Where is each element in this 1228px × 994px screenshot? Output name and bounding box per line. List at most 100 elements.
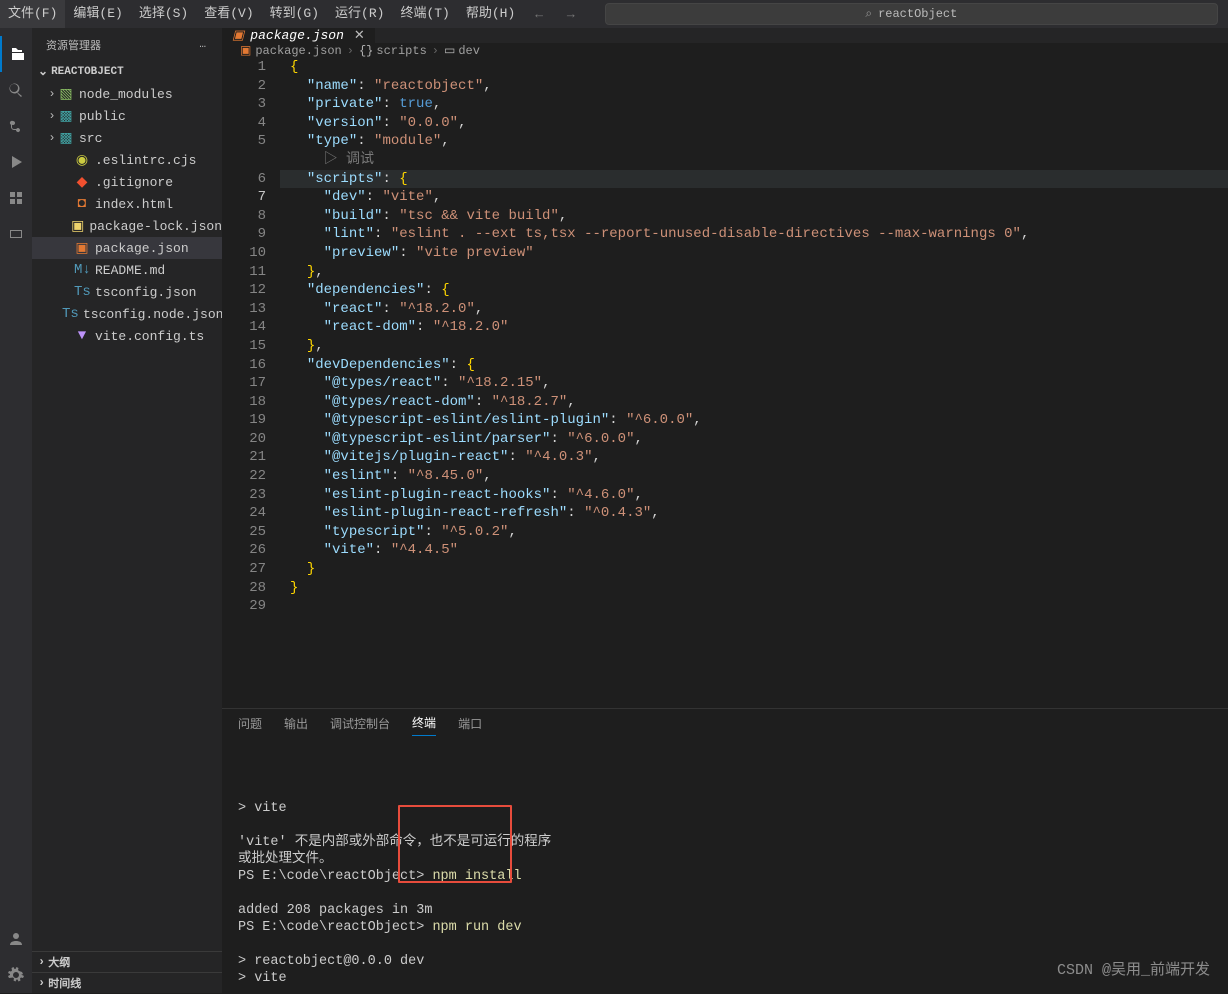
timeline-section[interactable]: › 时间线 [32,972,222,993]
chevron-down-icon: ⌄ [38,64,48,79]
file-row[interactable]: Ts tsconfig.node.json [32,303,222,325]
menu-item[interactable]: 查看(V) [196,0,261,28]
watermark: CSDN @吴用_前端开发 [1057,958,1210,979]
run-debug-icon[interactable] [0,144,32,180]
panel-tab[interactable]: 端口 [458,715,482,736]
chevron-right-icon: › [46,109,58,123]
search-icon: ⌕ [865,7,872,21]
activity-bar [0,28,32,993]
bottom-panel: 问题 输出 调试控制台 终端 端口 > vite 'vite' 不是内部或外部命令，也不… [222,708,1228,994]
file-name: package.json [95,241,189,256]
sidebar: 资源管理器 … ⌄ REACTOBJECT ›▧node_modules›▩pu… [32,28,222,993]
folder-row[interactable]: ›▩ src [32,127,222,149]
node_modules-icon: ▧ [58,86,74,103]
terminal-line: PS E:\code\reactObject> npm install [238,868,1212,885]
source-control-icon[interactable] [0,108,32,144]
file-row[interactable]: ◆ .gitignore [32,171,222,193]
terminal[interactable]: > vite 'vite' 不是内部或外部命令，也不是可运行的程序或批处理文件。… [222,741,1228,994]
file-row[interactable]: ▣ package.json [32,237,222,259]
tabbar: ▣ package.json ✕ [222,28,1228,43]
menu-item[interactable]: 帮助(H) [458,0,523,28]
menu-item[interactable]: 文件(F) [0,0,65,28]
terminal-line: PS E:\code\reactObject> npm run dev [238,919,1212,936]
menu-item[interactable]: 运行(R) [327,0,392,28]
menubar: 文件(F)编辑(E)选择(S)查看(V)转到(G)运行(R)终端(T)帮助(H)… [0,0,1228,28]
panel-tab[interactable]: 输出 [284,715,308,736]
file-row[interactable]: M↓ README.md [32,259,222,281]
git-icon: ◆ [74,174,90,191]
explorer-icon[interactable] [0,36,32,72]
settings-gear-icon[interactable] [0,957,32,993]
file-name: tsconfig.json [95,285,196,300]
chevron-right-icon: › [38,976,45,990]
file-row[interactable]: ◉ .eslintrc.cjs [32,149,222,171]
src-icon: ▩ [58,130,74,147]
folder-name: REACTOBJECT [51,66,124,78]
file-row[interactable]: ◘ index.html [32,193,222,215]
search-icon[interactable] [0,72,32,108]
breadcrumb[interactable]: ▣package.json › {}scripts › ▭dev [222,43,1228,58]
sidebar-more-icon[interactable]: … [199,39,208,51]
chevron-right-icon: › [38,955,45,969]
pkg-icon: ▣ [74,240,90,257]
title-search-text: reactObject [878,7,957,21]
outline-section[interactable]: › 大纲 [32,951,222,972]
ts-icon: Ts [62,306,78,322]
file-name: node_modules [79,87,173,102]
sidebar-title: 资源管理器 [46,37,101,53]
chevron-right-icon: › [46,87,58,101]
folder-section-header[interactable]: ⌄ REACTOBJECT [32,62,222,81]
title-search[interactable]: ⌕ reactObject [605,3,1218,25]
panel-tabs: 问题 输出 调试控制台 终端 端口 [222,709,1228,741]
terminal-line [238,936,1212,953]
terminal-line: added 208 packages in 3m [238,902,1212,919]
terminal-line: 'vite' 不是内部或外部命令，也不是可运行的程序 [238,834,1212,851]
folder-row[interactable]: ›▧ node_modules [32,83,222,105]
panel-tab[interactable]: 调试控制台 [330,715,390,736]
menu-item[interactable]: 终端(T) [392,0,457,28]
terminal-line: > vite [238,800,1212,817]
md-icon: M↓ [74,262,90,278]
menu-item[interactable]: 编辑(E) [65,0,130,28]
tab-label: package.json [250,28,344,43]
terminal-line [238,817,1212,834]
file-name: .eslintrc.cjs [95,153,196,168]
file-name: package-lock.json [89,219,222,234]
js-icon: ◉ [74,152,90,169]
file-name: README.md [95,263,165,278]
html-icon: ◘ [74,196,90,212]
chevron-right-icon: › [46,131,58,145]
close-icon[interactable]: ✕ [354,28,365,43]
panel-tab[interactable]: 终端 [412,714,436,736]
extensions-icon[interactable] [0,180,32,216]
file-row[interactable]: ▣ package-lock.json [32,215,222,237]
terminal-line: 或批处理文件。 [238,851,1212,868]
code-editor[interactable]: 1234567891011121314151617181920212223242… [222,58,1228,708]
vite-icon: ▼ [74,328,90,344]
ts-icon: Ts [74,284,90,300]
file-name: .gitignore [95,175,173,190]
public-icon: ▩ [58,108,74,125]
file-name: index.html [95,197,173,212]
menu-item[interactable]: 转到(G) [262,0,327,28]
remote-icon[interactable] [0,216,32,252]
file-name: vite.config.ts [95,329,204,344]
file-name: public [79,109,126,124]
folder-row[interactable]: ›▩ public [32,105,222,127]
panel-tab[interactable]: 问题 [238,715,262,736]
json-icon: ▣ [240,43,251,58]
file-tree: ›▧node_modules›▩public›▩src◉.eslintrc.cj… [32,81,222,951]
json-icon: ▣ [71,218,84,235]
tab-package-json[interactable]: ▣ package.json ✕ [222,28,376,43]
file-row[interactable]: ▼ vite.config.ts [32,325,222,347]
file-row[interactable]: Ts tsconfig.json [32,281,222,303]
highlight-box [398,805,512,883]
file-name: tsconfig.node.json [83,307,222,322]
terminal-line [238,885,1212,902]
account-icon[interactable] [0,921,32,957]
editor-area: ▣ package.json ✕ ▣package.json › {}scrip… [222,28,1228,993]
file-name: src [79,131,102,146]
nav-arrows[interactable]: ← → [523,7,594,22]
menu-item[interactable]: 选择(S) [131,0,196,28]
json-icon: ▣ [232,28,244,43]
